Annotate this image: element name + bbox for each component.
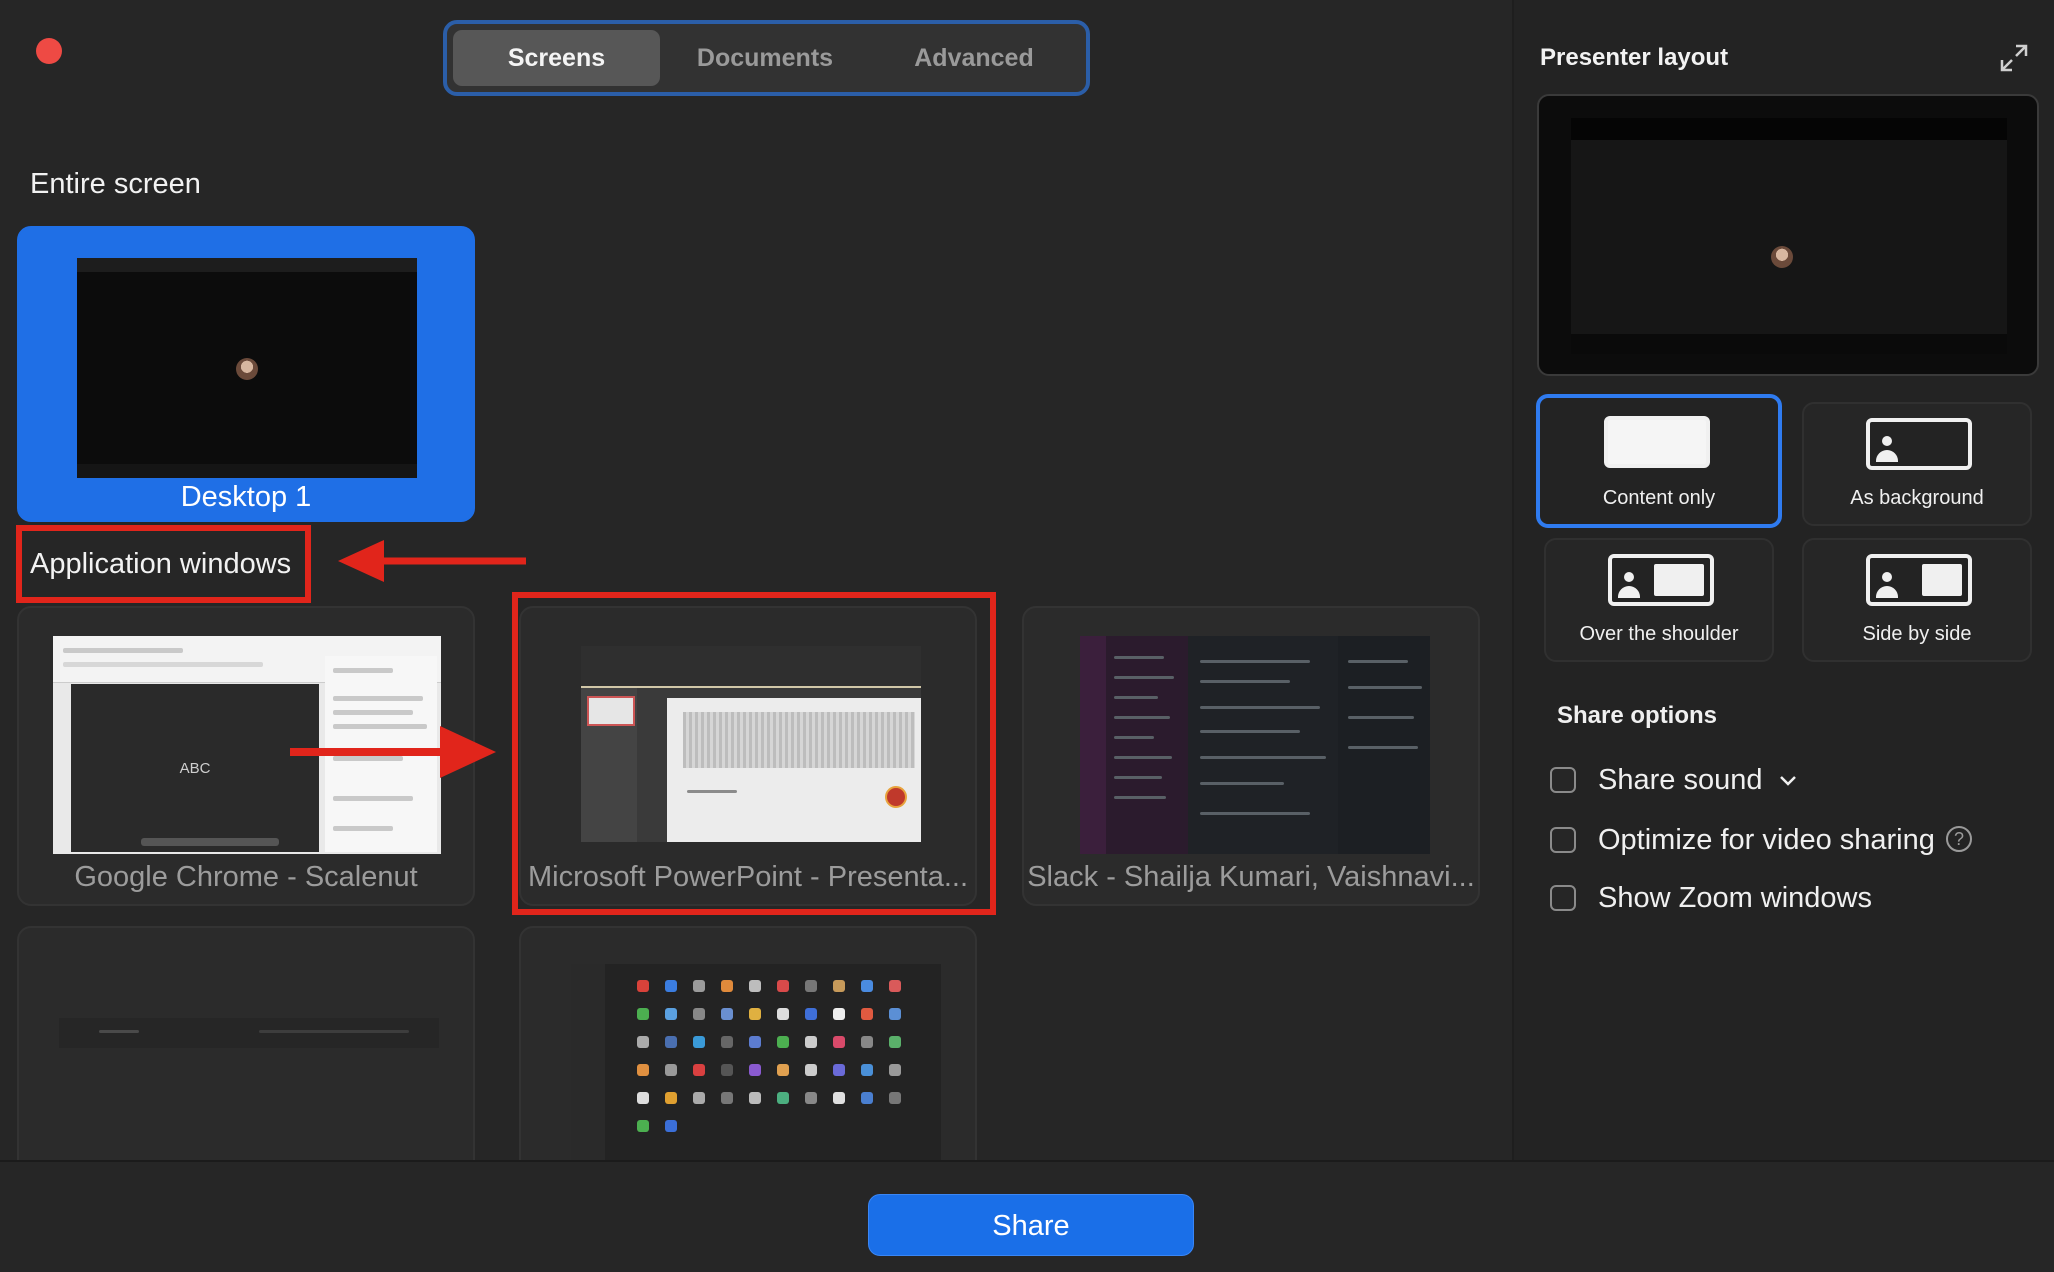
share-sound-option[interactable]: Share sound <box>1550 764 1970 800</box>
app-window-tile-5[interactable] <box>519 926 977 1166</box>
desktop-label: Desktop 1 <box>180 481 312 513</box>
blank-thumbnail <box>59 1018 439 1048</box>
avatar <box>236 358 258 380</box>
source-tabs: Screens Documents Advanced <box>443 20 1090 96</box>
presenter-layout-heading: Presenter layout <box>1540 44 1729 71</box>
applications-thumbnail <box>571 964 941 1164</box>
optimize-video-option[interactable]: Optimize for video sharing ? <box>1550 824 2010 860</box>
annotation-box-powerpoint <box>512 592 996 915</box>
app-window-tile-slack[interactable]: Slack - Shailja Kumari, Vaishnavi... <box>1022 606 1480 906</box>
tab-documents[interactable]: Documents <box>665 30 865 86</box>
app-window-label: Google Chrome - Scalenut <box>74 861 418 893</box>
show-zoom-windows-checkbox[interactable] <box>1550 885 1576 911</box>
layout-label: As background <box>1850 487 1984 509</box>
close-window-button[interactable] <box>36 38 62 64</box>
layout-label: Over the shoulder <box>1579 623 1739 645</box>
tab-advanced[interactable]: Advanced <box>871 30 1077 86</box>
share-sound-checkbox[interactable] <box>1550 767 1576 793</box>
app-window-label: Slack - Shailja Kumari, Vaishnavi... <box>1027 861 1475 893</box>
share-screen-window: Screens Documents Advanced Entire screen… <box>0 0 2054 1272</box>
tab-screens[interactable]: Screens <box>453 30 660 86</box>
show-zoom-windows-label: Show Zoom windows <box>1598 882 1872 914</box>
layout-label: Side by side <box>1862 623 1972 645</box>
avatar <box>1771 246 1793 268</box>
app-window-tile-4[interactable] <box>17 926 475 1166</box>
annotation-arrow-left <box>338 540 526 582</box>
layout-preview <box>1537 94 2039 376</box>
annotation-box-heading <box>16 525 311 603</box>
expand-icon[interactable] <box>2000 44 2028 72</box>
layout-label: Content only <box>1602 487 1716 509</box>
share-button[interactable]: Share <box>868 1194 1194 1256</box>
over-the-shoulder-icon <box>1608 554 1714 606</box>
share-sound-label: Share sound <box>1598 764 1763 796</box>
show-zoom-windows-option[interactable]: Show Zoom windows <box>1550 882 1970 918</box>
optimize-video-label: Optimize for video sharing <box>1598 824 1935 856</box>
slack-thumbnail <box>1080 636 1430 854</box>
annotation-arrow-right <box>290 726 496 778</box>
share-options-heading: Share options <box>1557 702 1718 729</box>
side-by-side-icon <box>1866 554 1972 606</box>
layout-side-by-side[interactable]: Side by side <box>1802 538 2032 662</box>
desktop-thumbnail <box>77 258 417 478</box>
entire-screen-heading: Entire screen <box>30 168 201 200</box>
layout-as-background[interactable]: As background <box>1802 402 2032 526</box>
content-only-icon <box>1604 416 1710 468</box>
as-background-icon <box>1866 418 1972 470</box>
help-icon[interactable]: ? <box>1946 826 1972 852</box>
thumb-text-abc: ABC <box>179 760 211 777</box>
desktop-1-tile[interactable]: Desktop 1 <box>17 226 475 522</box>
panel-divider <box>1512 0 1514 1160</box>
chevron-down-icon[interactable] <box>1778 770 1798 790</box>
optimize-video-checkbox[interactable] <box>1550 827 1576 853</box>
layout-over-the-shoulder[interactable]: Over the shoulder <box>1544 538 1774 662</box>
layout-content-only[interactable]: Content only <box>1536 394 1782 528</box>
